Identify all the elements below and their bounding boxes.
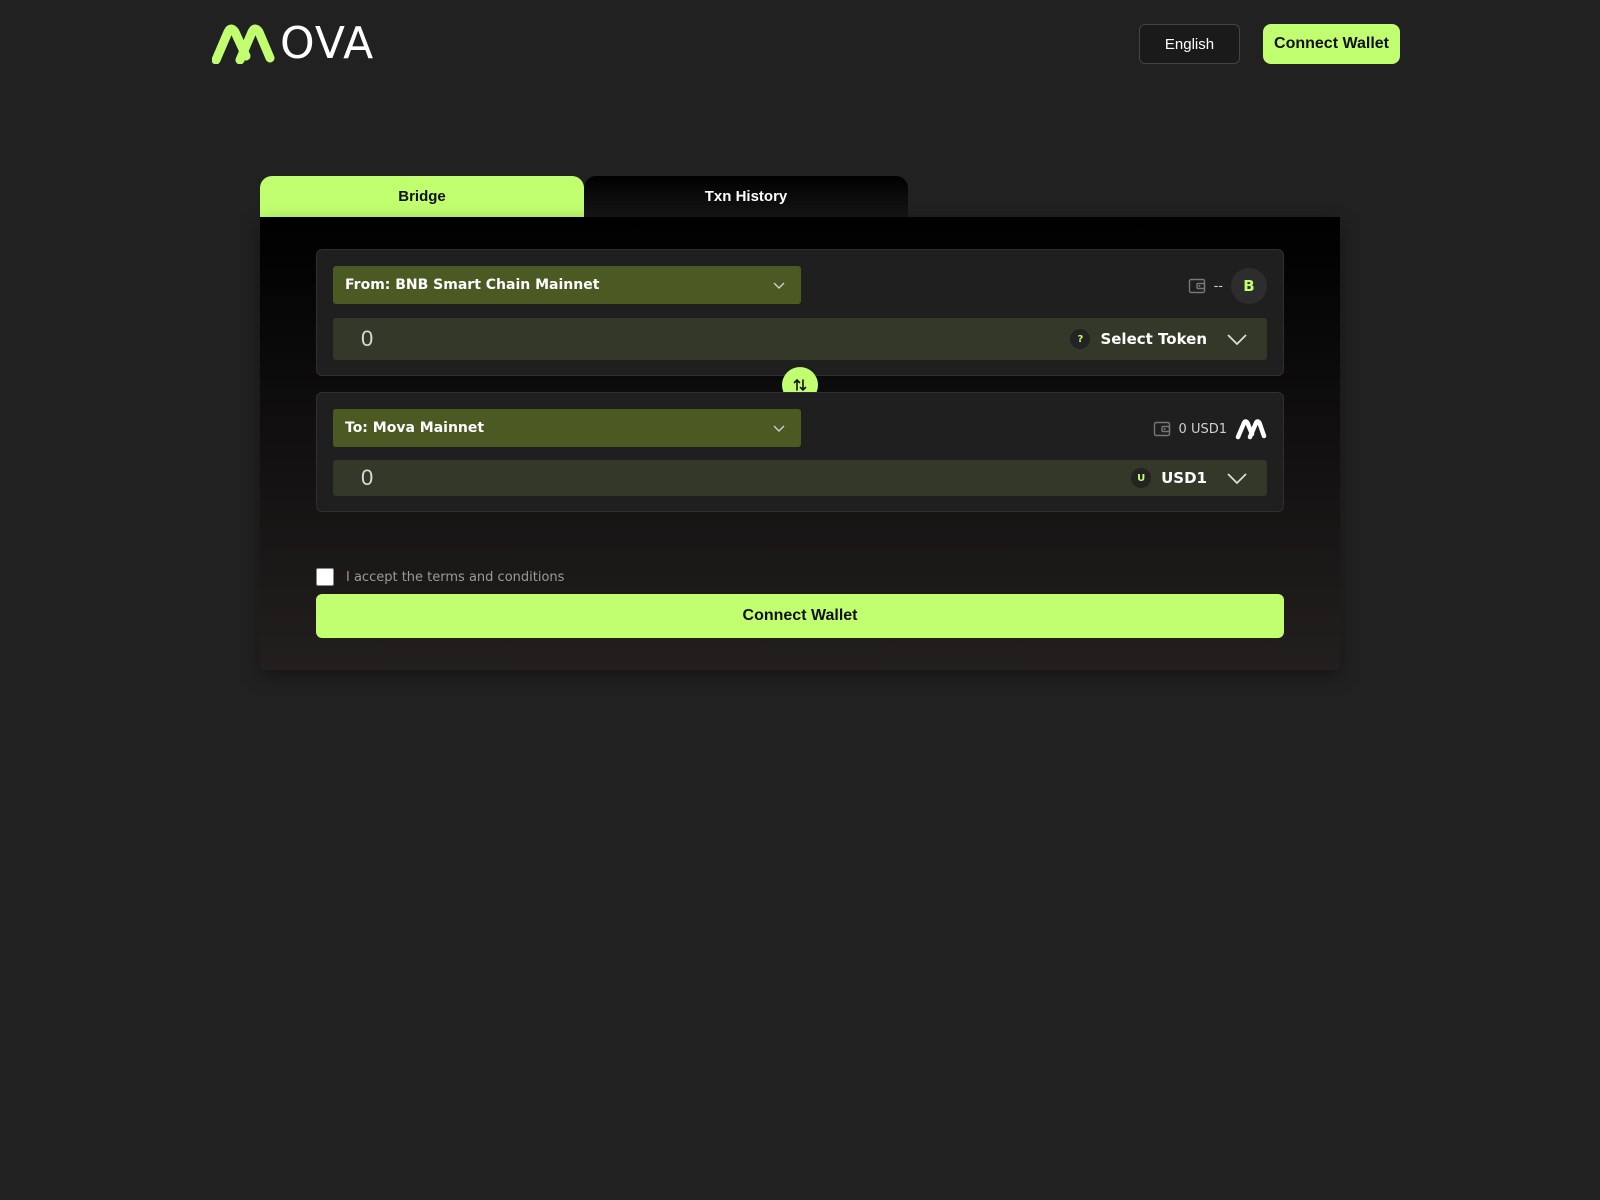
terms-label: I accept the terms and conditions <box>346 569 565 585</box>
mova-logo[interactable]: OVA <box>212 22 374 66</box>
bridge-panel: From: BNB Smart Chain Mainnet -- B 0 ? S… <box>260 217 1340 670</box>
unknown-token-icon: ? <box>1070 329 1091 349</box>
to-token-select[interactable]: U USD1 <box>1131 460 1249 496</box>
from-section: From: BNB Smart Chain Mainnet -- B 0 ? S… <box>316 249 1284 376</box>
tab-bridge[interactable]: Bridge <box>260 176 584 217</box>
header-connect-wallet-button[interactable]: Connect Wallet <box>1263 24 1400 64</box>
from-chain-select[interactable]: From: BNB Smart Chain Mainnet <box>333 266 801 304</box>
swap-arrows-icon <box>793 378 807 392</box>
from-amount-row: 0 ? Select Token <box>333 318 1267 360</box>
chevron-down-icon <box>1227 473 1247 485</box>
wallet-icon <box>1188 278 1205 294</box>
tab-txn-history[interactable]: Txn History <box>584 176 908 217</box>
to-chain-select[interactable]: To: Mova Mainnet <box>333 409 801 447</box>
to-balance-value: 0 USD1 <box>1178 421 1227 437</box>
terms-checkbox[interactable] <box>316 568 334 586</box>
from-token-label: Select Token <box>1100 330 1207 348</box>
from-amount-input[interactable]: 0 <box>361 318 373 360</box>
wallet-icon <box>1153 421 1170 437</box>
header: OVA English Connect Wallet <box>0 0 1600 90</box>
mova-logo-icon <box>212 24 275 64</box>
from-chain-label: From: BNB Smart Chain Mainnet <box>345 277 600 293</box>
to-amount-input[interactable]: 0 <box>361 460 373 496</box>
to-section: To: Mova Mainnet 0 USD1 0 U USD1 <box>316 392 1284 512</box>
logo-text: OVA <box>280 18 375 69</box>
from-token-select[interactable]: ? Select Token <box>1070 318 1249 360</box>
from-balance-value: -- <box>1213 278 1223 294</box>
bnb-chain-icon: B <box>1231 268 1267 304</box>
from-balance: -- B <box>1188 268 1267 304</box>
chevron-down-icon <box>1227 334 1247 346</box>
to-balance: 0 USD1 <box>1153 411 1267 447</box>
mova-logo-icon <box>1235 419 1267 440</box>
to-amount-row: 0 U USD1 <box>333 460 1267 496</box>
bridge-tabs: Bridge Txn History <box>260 176 908 217</box>
chevron-down-icon <box>773 282 785 289</box>
connect-wallet-button[interactable]: Connect Wallet <box>316 594 1284 638</box>
to-token-label: USD1 <box>1161 469 1207 487</box>
terms-row: I accept the terms and conditions <box>316 567 564 587</box>
chevron-down-icon <box>773 425 785 432</box>
language-button[interactable]: English <box>1139 24 1240 64</box>
usd1-token-icon: U <box>1131 468 1152 488</box>
to-chain-label: To: Mova Mainnet <box>345 420 485 436</box>
